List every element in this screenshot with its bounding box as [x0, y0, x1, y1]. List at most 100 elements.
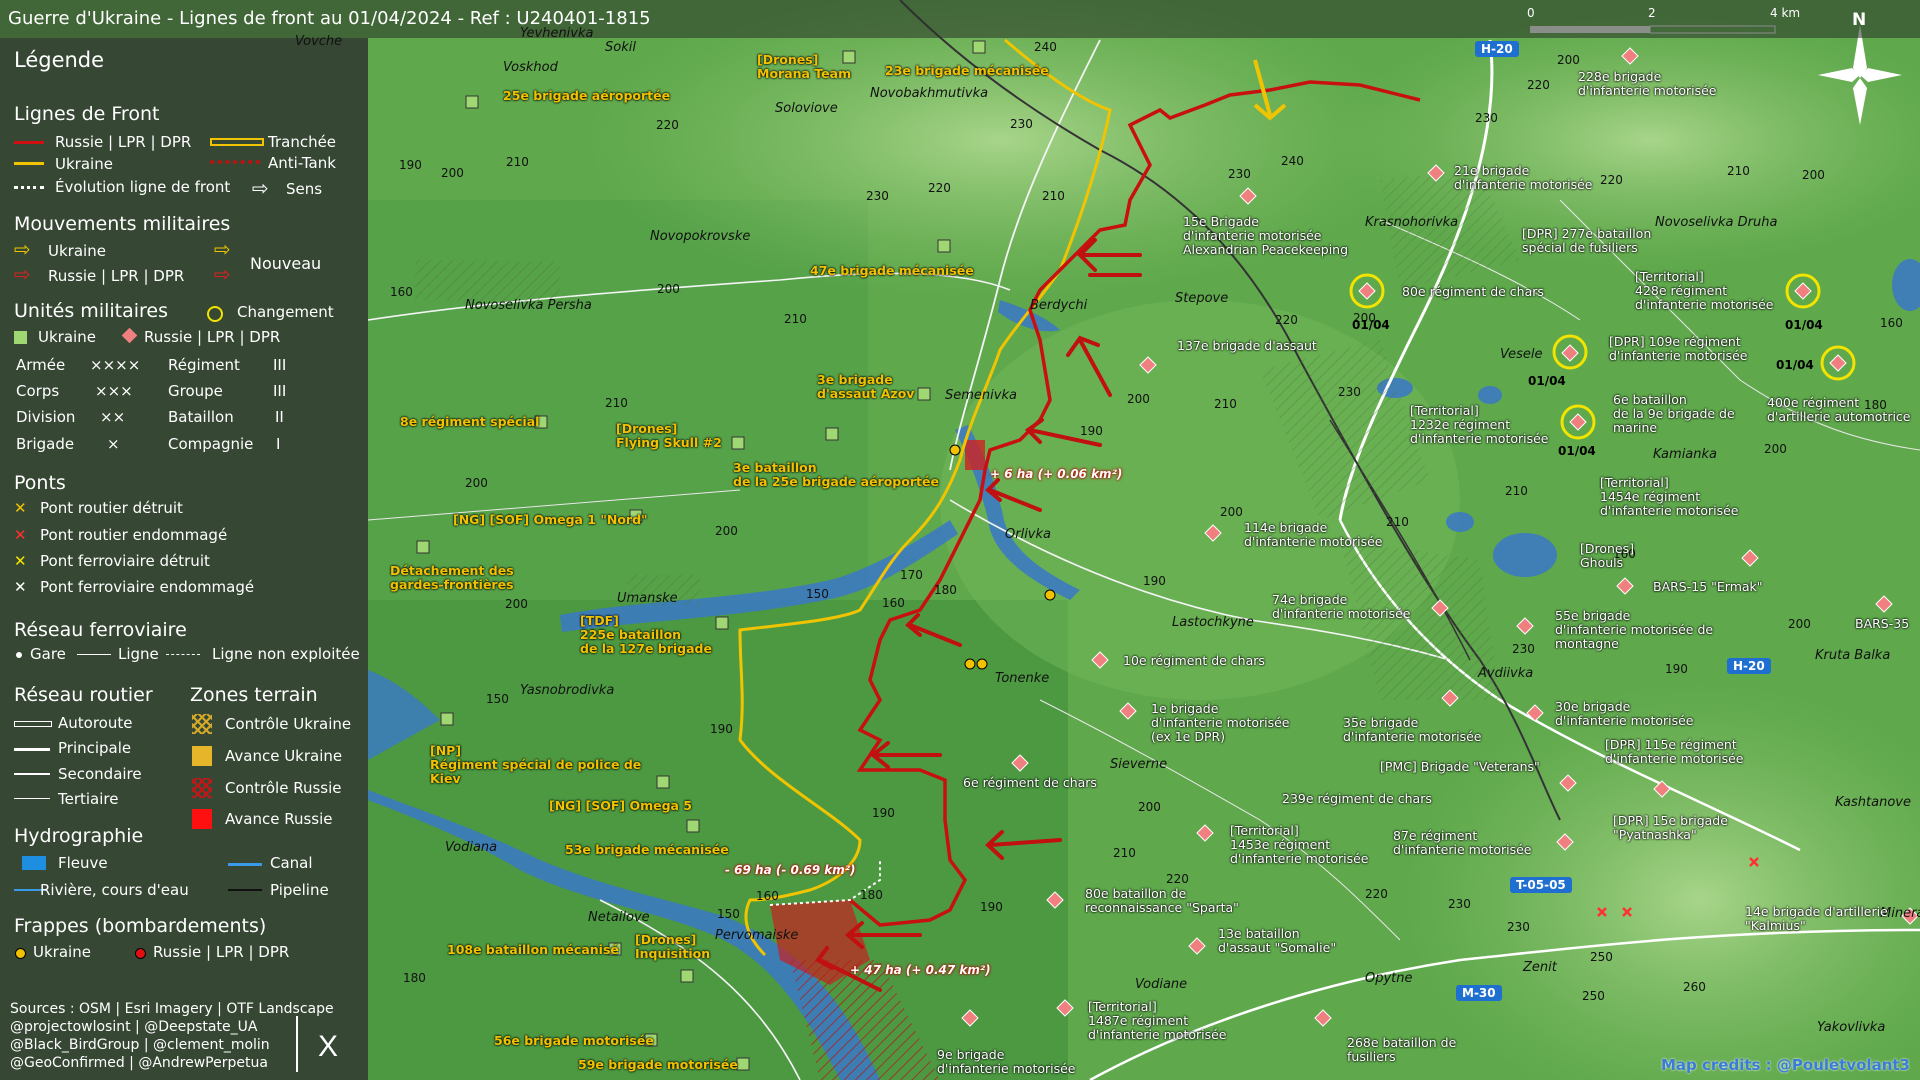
legend-echelon-division: Division [16, 408, 76, 426]
legend-road-main-swatch [14, 748, 50, 751]
altitude-label: 240 [1281, 154, 1304, 168]
ukraine-unit-label: 56e brigade motorisée [494, 1033, 654, 1048]
altitude-label: 180 [860, 888, 883, 902]
legend-units-change: Changement [237, 303, 334, 321]
legend-road-main: Principale [58, 739, 132, 757]
ukraine-unit-label: 23e brigade mécanisée [885, 63, 1049, 78]
legend-terrain-ua-control-swatch [192, 714, 212, 734]
legend-evolution-swatch [14, 186, 44, 189]
place-label: Novopokrovske [650, 229, 751, 244]
territory-change-label: - 69 ha (- 0.69 km²) [725, 863, 856, 877]
ukraine-unit-label: [Drones] Morana Team [757, 52, 852, 81]
legend-front-russia: Russie | LPR | DPR [55, 133, 192, 151]
legend-echelon-company-sym: I [276, 435, 281, 453]
place-label: Opytne [1365, 971, 1413, 986]
altitude-label: 210 [1505, 484, 1528, 498]
legend-terrain-ua-control: Contrôle Ukraine [225, 715, 352, 733]
legend-echelon-regiment: Régiment [168, 356, 240, 374]
russia-unit-label: 80e bataillon de reconnaissance "Sparta" [1085, 886, 1239, 915]
lake-east-4 [1478, 386, 1502, 404]
legend-mov-ukraine-icon: ⇨ [14, 237, 31, 261]
legend-units-russia: Russie | LPR | DPR [144, 328, 281, 346]
legend-terrain-ru-control-swatch [192, 778, 212, 798]
altitude-label: 260 [1683, 980, 1706, 994]
altitude-label: 220 [656, 118, 679, 132]
russia-advance-orlivka [965, 440, 985, 470]
legend-direction-icon: ⇨ [252, 176, 269, 200]
scale-label-4: 4 km [1770, 6, 1801, 20]
altitude-label: 230 [1228, 167, 1251, 181]
legend-front-ukraine: Ukraine [55, 155, 113, 173]
russia-unit-label: 14e brigade d'artillerie "Kalmius" [1745, 904, 1888, 933]
territory-change-label: + 47 ha (+ 0.47 km²) [850, 963, 991, 977]
place-label: Yakovlivka [1817, 1020, 1886, 1035]
altitude-label: 200 [505, 597, 528, 611]
altitude-label: 170 [900, 568, 923, 582]
ukraine-unit-label: 53e brigade mécanisée [565, 842, 729, 857]
change-date-label: 01/04 [1785, 318, 1823, 332]
altitude-label: 220 [1275, 313, 1298, 327]
ukraine-unit-label: [Drones] Flying Skull #2 [616, 421, 722, 450]
legend-mov-russia: Russie | LPR | DPR [48, 267, 185, 285]
legend-rail-station: Gare [30, 645, 66, 663]
legend-bridge-icon-3: ✕ [14, 552, 27, 570]
altitude-label: 180 [934, 583, 957, 597]
legend-direction: Sens [286, 180, 323, 198]
legend-antitank-swatch [210, 160, 260, 164]
change-date-label: 01/04 [1558, 444, 1596, 458]
legend-rail-unused-swatch [166, 654, 200, 655]
legend-mov-ukraine: Ukraine [48, 242, 106, 260]
russia-unit-label: BARS-15 "Ermak" [1653, 579, 1763, 594]
russia-unit-label: 9e brigade d'infanterie motorisée [937, 1047, 1076, 1076]
altitude-label: 150 [717, 907, 740, 921]
legend-echelon-company: Compagnie [168, 435, 254, 453]
ukraine-unit-label: [NP] Régiment spécial de police de Kiev [430, 743, 642, 786]
altitude-label: 200 [715, 524, 738, 538]
legend-hydro-river-swatch [22, 856, 46, 870]
russia-unit-label: 80e régiment de chars [1402, 284, 1544, 299]
russia-unit-label: 10e régiment de chars [1123, 653, 1265, 668]
altitude-label: 190 [1665, 662, 1688, 676]
russia-unit-label: 35e brigade d'infanterie motorisée [1343, 715, 1482, 744]
altitude-label: 220 [1365, 887, 1388, 901]
legend-hydro-pipeline: Pipeline [270, 881, 329, 899]
ukraine-unit-label: Détachement des gardes-frontières [390, 563, 514, 592]
lake-east-1 [1493, 533, 1557, 577]
legend-hydro-stream: Rivière, cours d'eau [40, 881, 189, 899]
place-label: Kruta Balka [1815, 648, 1891, 663]
russia-unit-label: 74e brigade d'infanterie motorisée [1272, 592, 1411, 621]
altitude-label: 200 [1220, 505, 1243, 519]
altitude-label: 200 [1138, 800, 1161, 814]
legend-bridge-icon-1: ✕ [14, 499, 27, 517]
change-date-label: 01/04 [1352, 318, 1390, 332]
legend-bridge-icon-4: ✕ [14, 578, 27, 596]
legend-bridge-2: Pont routier endommagé [40, 526, 228, 544]
russia-unit-label: [DPR] 277e bataillon spécial de fusiliers [1522, 226, 1652, 255]
altitude-label: 230 [1512, 642, 1535, 656]
legend-strike-russia-icon [135, 948, 146, 959]
place-label: Novobakhmutivka [870, 86, 989, 101]
legend-mov-new-ru-icon: ⇨ [214, 262, 231, 286]
altitude-label: 190 [1143, 574, 1166, 588]
legend-echelon-army: Armée [16, 356, 66, 374]
change-date-label: 01/04 [1528, 374, 1566, 388]
place-label: Kamianka [1653, 447, 1718, 462]
altitude-label: 210 [506, 155, 529, 169]
sources-block: Sources : OSM | Esri Imagery | OTF Lands… [10, 1000, 334, 1072]
place-label: Netailove [588, 910, 650, 925]
ukraine-unit-label: [NG] [SOF] Omega 5 [549, 798, 693, 813]
altitude-label: 190 [1080, 424, 1103, 438]
road-shield: H-20 [1475, 41, 1519, 57]
legend-units-title: Unités militaires [14, 300, 169, 322]
legend-front-evolution: Évolution ligne de front [55, 178, 231, 196]
x-logo-icon[interactable]: X [318, 1030, 338, 1064]
road-shield: M-30 [1456, 985, 1502, 1001]
scale-label-2: 2 [1648, 6, 1656, 20]
place-label: Novoselivka Persha [465, 298, 592, 313]
russia-unit-label: 400e régiment d'artillerie automotrice [1767, 395, 1911, 424]
place-label: Sokil [605, 40, 636, 55]
legend-mov-new: Nouveau [250, 254, 322, 273]
place-label: Kashtanove [1835, 795, 1911, 810]
russia-unit-label: [DPR] 109e régiment d'infanterie motorisé… [1609, 334, 1748, 363]
russia-unit-label: [DPR] 15e brigade "Pyatnashka" [1613, 813, 1728, 842]
